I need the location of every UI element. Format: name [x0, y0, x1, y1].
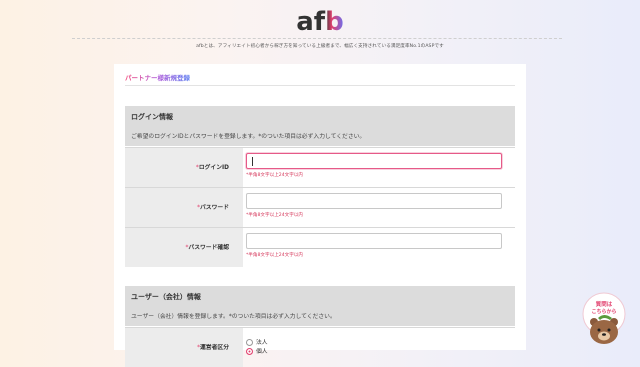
radio-individual-button[interactable]: [246, 348, 253, 355]
site-tagline: afbとは、アフィリエイト初心者から稼ぎ方を知っている上級者まで、幅広く支持され…: [196, 44, 444, 49]
radio-corporation-button[interactable]: [246, 339, 253, 346]
bear-mascot-icon: 質問は こちらから: [582, 292, 626, 344]
login-id-hint: *半角8文字以上24文字以内: [246, 173, 304, 178]
login-id-row: *ログインID *半角8文字以上24文字以内: [125, 147, 515, 187]
help-mascot-button[interactable]: 質問は こちらから: [580, 290, 628, 346]
header-divider: [72, 38, 562, 39]
login-id-input[interactable]: [246, 153, 502, 169]
radio-individual[interactable]: 個人: [246, 346, 268, 355]
operator-type-radio-group: 法人 個人: [246, 337, 515, 355]
user-section-description: ユーザー（会社）情報を登録します。*のついた項目は必ず入力してください。: [131, 314, 336, 320]
password-confirm-input[interactable]: [246, 233, 502, 249]
password-label: パスワード: [200, 205, 229, 211]
login-section-title: ログイン情報: [131, 113, 173, 121]
registration-panel: パートナー様新規登録 ログイン情報 ご希望のログインIDとパスワードを登録します…: [114, 64, 526, 367]
password-confirm-label: パスワード確認: [188, 245, 229, 251]
login-id-label-cell: *ログインID: [125, 148, 243, 187]
password-row: *パスワード *半角8文字以上24文字以内: [125, 187, 515, 227]
operator-type-label: 運営者区分: [200, 345, 229, 351]
user-section-title: ユーザー（会社）情報: [131, 293, 201, 301]
title-divider: [125, 85, 515, 86]
text-caret: [252, 157, 253, 166]
logo-text: afb: [296, 7, 343, 36]
password-hint: *半角8文字以上24文字以内: [246, 213, 304, 218]
password-label-cell: *パスワード: [125, 188, 243, 227]
afb-logo[interactable]: afb: [290, 6, 350, 36]
password-input[interactable]: [246, 193, 502, 209]
password-confirm-row: *パスワード確認 *半角8文字以上24文字以内: [125, 227, 515, 267]
password-confirm-label-cell: *パスワード確認: [125, 228, 243, 267]
page-title: パートナー様新規登録: [125, 74, 190, 82]
login-section-header: ログイン情報 ご希望のログインIDとパスワードを登録します。*のついた項目は必ず…: [125, 106, 515, 146]
user-section-header: ユーザー（会社）情報 ユーザー（会社）情報を登録します。*のついた項目は必ず入力…: [125, 286, 515, 326]
help-bubble-text-1: 質問は: [596, 300, 613, 308]
password-confirm-hint: *半角8文字以上24文字以内: [246, 253, 304, 258]
operator-type-row: *運営者区分 法人 個人: [125, 327, 515, 367]
login-section-description: ご希望のログインIDとパスワードを登録します。*のついた項目は必ず入力してくださ…: [131, 134, 366, 140]
operator-type-label-cell: *運営者区分: [125, 328, 243, 367]
site-header: afb afbとは、アフィリエイト初心者から稼ぎ方を知っている上級者まで、幅広く…: [0, 0, 640, 62]
radio-corporation[interactable]: 法人: [246, 337, 268, 346]
login-id-label: ログインID: [198, 165, 229, 171]
help-bubble-text-2: こちらから: [591, 308, 616, 315]
